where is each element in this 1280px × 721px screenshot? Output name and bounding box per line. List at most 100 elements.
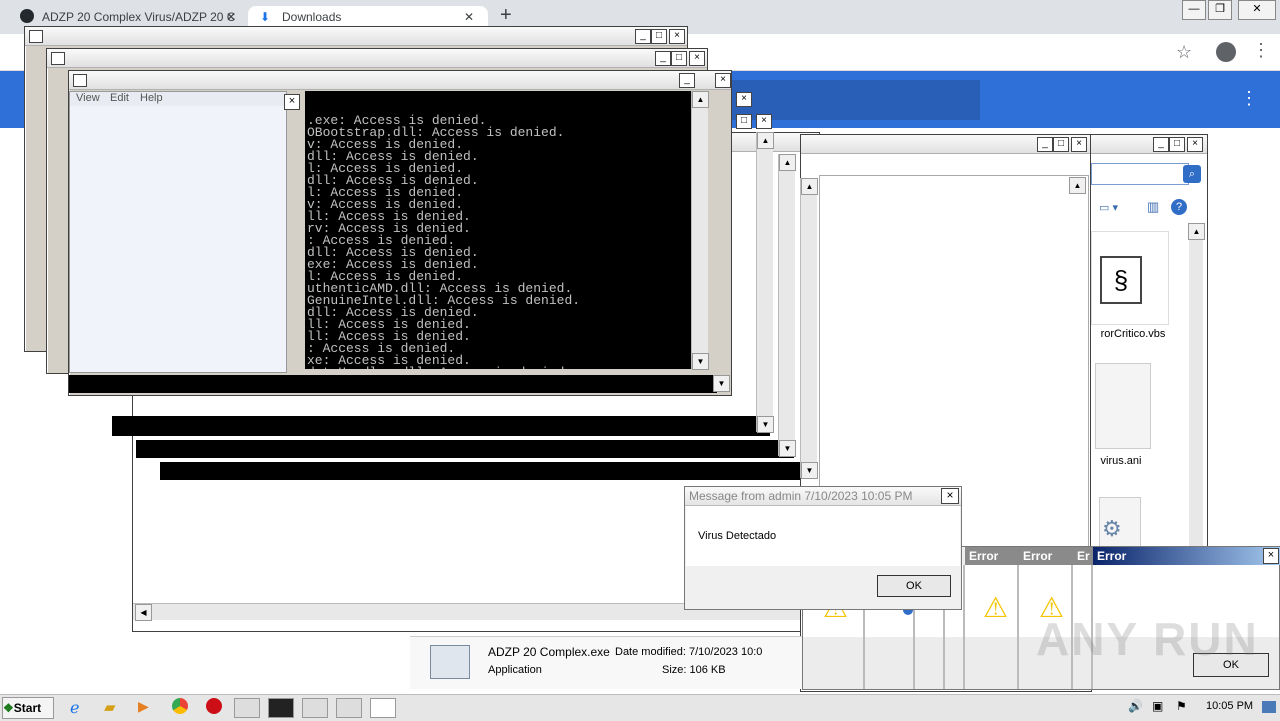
error-title: Error — [1097, 549, 1127, 563]
network-icon[interactable]: ▣ — [1152, 699, 1163, 713]
v-scrollbar[interactable]: ▲ ▼ — [800, 178, 818, 479]
menu-bar: View Edit Help — [70, 92, 286, 106]
tab-close-icon[interactable]: ✕ — [464, 6, 474, 28]
message-title: Message from admin 7/10/2023 10:05 PM — [689, 489, 913, 503]
ok-button[interactable]: OK — [877, 575, 951, 597]
scroll-up-icon[interactable]: ▲ — [801, 178, 818, 195]
preview-pane-icon[interactable]: ▥ — [1147, 199, 1159, 215]
minimize-button[interactable]: _ — [679, 73, 695, 88]
scroll-down-icon[interactable]: ▼ — [801, 462, 818, 479]
start-button[interactable]: ❖Start — [2, 697, 54, 719]
close-button[interactable]: × — [756, 114, 772, 129]
volume-icon[interactable]: 🔊 — [1128, 699, 1143, 713]
new-tab-button[interactable]: + — [500, 4, 512, 27]
window-titlebar: _ □ × — [1091, 135, 1207, 154]
folder-icon[interactable]: ▰ — [104, 698, 126, 718]
scroll-up-icon[interactable]: ▲ — [1069, 177, 1086, 194]
scroll-down-icon[interactable]: ▼ — [757, 416, 774, 433]
window-controls: — ❐ ✕ — [1182, 0, 1278, 20]
console-strip — [160, 462, 800, 480]
minimize-button[interactable]: — — [1182, 0, 1206, 20]
blank-file-icon — [1095, 363, 1151, 449]
flag-icon[interactable]: ⚑ — [1176, 699, 1187, 713]
script-file-icon: § — [1100, 256, 1142, 304]
maximize-button[interactable]: □ — [651, 29, 667, 44]
tab-title: ADZP 20 Complex Virus/ADZP 20 C — [42, 10, 236, 24]
file-size: Size: 106 KB — [662, 664, 726, 676]
config-file-icon[interactable]: ⚙ — [1099, 497, 1141, 547]
close-icon[interactable]: × — [941, 488, 959, 504]
windows-logo-icon: ❖ — [3, 701, 14, 715]
close-button[interactable]: × — [1071, 137, 1087, 152]
file-name: virus.ani — [1100, 455, 1142, 467]
search-icon[interactable]: ⌕ — [1183, 165, 1201, 183]
console-strip — [136, 440, 794, 458]
media-player-icon[interactable]: ▶ — [138, 698, 160, 718]
scroll-up-icon[interactable]: ▲ — [1188, 223, 1205, 240]
scroll-left-icon[interactable]: ◀ — [135, 604, 152, 621]
ie-icon[interactable]: ℯ — [70, 698, 92, 718]
console-icon — [73, 74, 87, 87]
clock: 10:05 PM — [1206, 700, 1254, 712]
close-button[interactable]: × — [736, 92, 752, 107]
v-scrollbar[interactable]: ▲ ▼ — [691, 91, 709, 370]
taskbar-window-button[interactable] — [302, 698, 328, 718]
file-item[interactable]: virus.ani — [1091, 363, 1167, 467]
error-titlebar: Error × — [1093, 547, 1280, 565]
tab-close-icon[interactable]: ✕ — [226, 6, 236, 28]
show-desktop-button[interactable] — [1262, 701, 1276, 713]
maximize-button[interactable]: □ — [671, 51, 687, 66]
search-input[interactable] — [1091, 163, 1189, 185]
console-icon — [51, 52, 65, 65]
maximize-button[interactable]: □ — [1169, 137, 1185, 152]
taskbar: ❖Start ℯ ▰ ▶ 🔊 ▣ ⚑ 10:05 PM — [0, 694, 1280, 721]
close-icon[interactable]: × — [284, 94, 300, 110]
profile-icon[interactable] — [1216, 42, 1236, 62]
notepad-pane: View Edit Help × — [69, 91, 300, 373]
notepad-taskbar-icon[interactable] — [370, 698, 396, 718]
minimize-button[interactable]: _ — [1153, 137, 1169, 152]
restore-button[interactable]: ❐ — [1208, 0, 1232, 20]
minimize-button[interactable]: _ — [655, 51, 671, 66]
message-titlebar: Message from admin 7/10/2023 10:05 PM × — [685, 487, 961, 506]
scroll-up-icon[interactable]: ▲ — [692, 91, 709, 108]
close-button[interactable]: × — [1187, 137, 1203, 152]
menu-view[interactable]: View — [76, 92, 100, 104]
file-item[interactable]: § rorCritico.vbs — [1091, 231, 1169, 340]
scroll-down-icon[interactable]: ▼ — [713, 375, 730, 392]
minimize-button[interactable]: _ — [1037, 137, 1053, 152]
minimize-button[interactable]: _ — [635, 29, 651, 44]
console-window-4-controls: × — [732, 92, 752, 108]
gear-icon: ⚙ — [1102, 516, 1122, 541]
view-icon[interactable]: ▭ ▾ — [1099, 201, 1118, 214]
cmd-icon[interactable] — [268, 698, 294, 718]
v-scrollbar[interactable]: ▲ ▼ — [756, 132, 774, 433]
chrome-icon[interactable] — [172, 698, 188, 714]
window-titlebar: _ □ × — [47, 49, 707, 68]
v-scrollbar[interactable]: ▲ — [1188, 223, 1205, 547]
scroll-down-icon[interactable]: ▼ — [692, 353, 709, 370]
explorer-window-2: _ □ × ⌕ ▭ ▾ ▥ ? ▲ § rorCritico.vbs virus… — [1090, 134, 1208, 548]
close-button[interactable]: × — [689, 51, 705, 66]
close-icon[interactable]: × — [1263, 548, 1279, 564]
star-icon[interactable]: ☆ — [1176, 42, 1192, 63]
opera-icon[interactable] — [206, 698, 222, 714]
close-button[interactable]: ✕ — [1238, 0, 1276, 20]
scroll-down-icon[interactable]: ▼ — [779, 440, 796, 457]
maximize-button[interactable]: □ — [1053, 137, 1069, 152]
v-scrollbar[interactable]: ▲ ▼ — [778, 154, 796, 457]
scroll-up-icon[interactable]: ▲ — [779, 154, 796, 171]
menu-help[interactable]: Help — [140, 92, 163, 104]
maximize-button[interactable]: □ — [736, 114, 752, 129]
taskbar-window-button[interactable] — [234, 698, 260, 718]
menu-edit[interactable]: Edit — [110, 92, 129, 104]
divider — [1017, 565, 1019, 689]
menu-icon[interactable]: ⋮ — [1252, 40, 1270, 61]
warning-icon: ⚠ — [983, 592, 1009, 623]
more-icon[interactable]: ⋮ — [1240, 88, 1258, 109]
close-button[interactable]: × — [669, 29, 685, 44]
help-icon[interactable]: ? — [1171, 199, 1187, 215]
close-button[interactable]: × — [715, 73, 731, 88]
taskbar-window-button[interactable] — [336, 698, 362, 718]
scroll-up-icon[interactable]: ▲ — [757, 132, 774, 149]
